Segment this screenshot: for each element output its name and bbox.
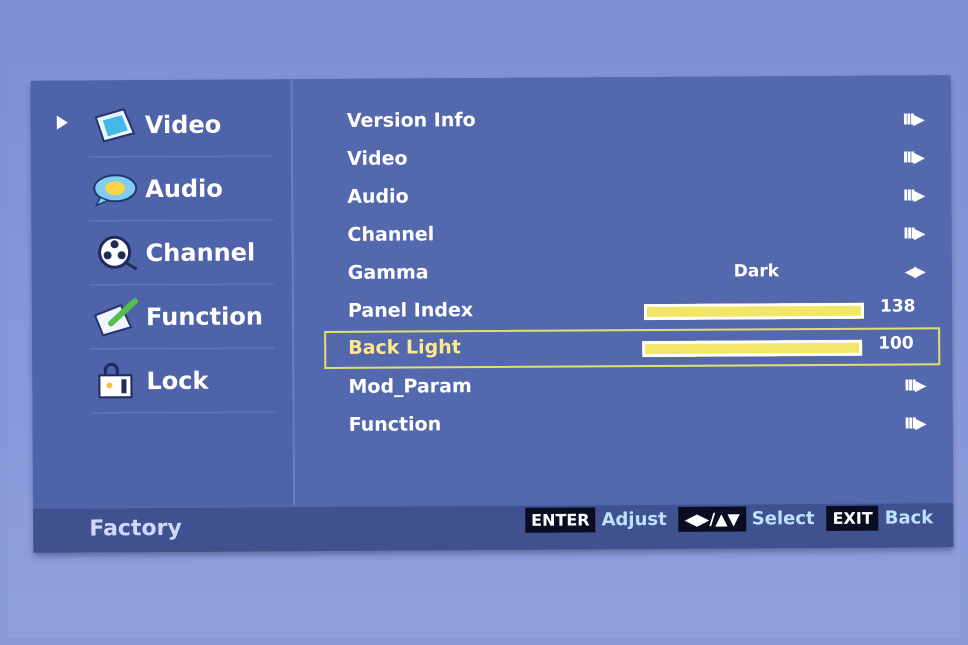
sidebar-item-label: Video [144, 110, 222, 140]
audio-icon [89, 169, 141, 209]
key-hints: ENTER Adjust ◀▶/▲▼ Select EXIT Back [525, 505, 939, 533]
menu-row-back-light[interactable]: Back Light 100 [324, 327, 941, 370]
factory-osd-menu: Video Audio Channel Function Lock Versio… [30, 75, 954, 553]
menu-row-label: Audio [347, 185, 409, 208]
back-light-slider[interactable] [642, 339, 863, 358]
menu-row-label: Panel Index [347, 299, 474, 322]
menu-row-label: Function [348, 413, 442, 436]
menu-row-gamma[interactable]: Gamma Dark ◀▶ [344, 254, 948, 292]
video-icon [89, 105, 141, 145]
submenu-arrow-icon: III▶ [902, 148, 924, 167]
sidebar-item-label: Audio [145, 174, 223, 204]
submenu-arrow-icon: III▶ [904, 414, 925, 433]
enter-key-badge: ENTER [525, 507, 596, 533]
submenu-arrow-icon: III▶ [903, 224, 924, 243]
footer-mode-label: Factory [89, 515, 182, 542]
submenu-arrow-icon: III▶ [902, 110, 923, 129]
sidebar: Video Audio Channel Function Lock [30, 79, 296, 507]
sidebar-item-label: Channel [145, 238, 256, 268]
sidebar-item-function[interactable]: Function [89, 285, 275, 350]
sidebar-item-label: Function [145, 302, 263, 332]
menu-row-audio[interactable]: Audio III▶ [343, 178, 947, 216]
exit-key-desc: Back [884, 507, 934, 529]
menu-row-panel-index[interactable]: Panel Index 138 [344, 292, 948, 330]
slider-fill [643, 302, 865, 321]
menu-row-mod-param[interactable]: Mod_Param III▶ [344, 368, 948, 406]
enter-key-desc: Adjust [601, 508, 667, 531]
menu-row-label: Gamma [347, 261, 429, 284]
sidebar-item-audio[interactable]: Audio [89, 157, 274, 222]
lock-icon [90, 361, 142, 401]
settings-panel: Version Info III▶ Video III▶ Audio III▶ … [292, 75, 954, 506]
channel-reel-icon [90, 233, 142, 273]
gamma-value: Dark [733, 261, 780, 282]
menu-row-label: Back Light [348, 336, 461, 359]
sidebar-item-lock[interactable]: Lock [90, 349, 275, 414]
menu-row-channel[interactable]: Channel III▶ [343, 216, 947, 254]
sidebar-item-channel[interactable]: Channel [89, 221, 274, 286]
menu-row-label: Version Info [346, 109, 476, 132]
back-light-value: 100 [878, 333, 914, 354]
menu-row-video[interactable]: Video III▶ [343, 140, 947, 178]
active-pointer-icon [56, 115, 68, 130]
slider-fill [642, 339, 863, 358]
exit-key-badge: EXIT [826, 505, 879, 531]
menu-row-function[interactable]: Function III▶ [345, 406, 949, 444]
submenu-arrow-icon: III▶ [902, 186, 924, 205]
panel-index-slider[interactable] [643, 302, 865, 321]
menu-row-label: Channel [347, 223, 435, 246]
function-pen-icon [90, 297, 142, 337]
sidebar-item-video[interactable]: Video [88, 93, 274, 158]
sidebar-item-label: Lock [146, 366, 209, 396]
submenu-arrow-icon: III▶ [904, 376, 925, 395]
navigate-key-desc: Select [751, 508, 815, 530]
menu-row-label: Video [346, 147, 408, 170]
menu-row-version-info[interactable]: Version Info III▶ [343, 102, 947, 140]
left-right-arrow-icon[interactable]: ◀▶ [905, 262, 924, 280]
panel-index-value: 138 [879, 296, 916, 317]
footer-bar: Factory ENTER Adjust ◀▶/▲▼ Select EXIT B… [33, 503, 954, 553]
navigate-key-badge: ◀▶/▲▼ [678, 506, 746, 532]
menu-row-label: Mod_Param [348, 375, 472, 398]
